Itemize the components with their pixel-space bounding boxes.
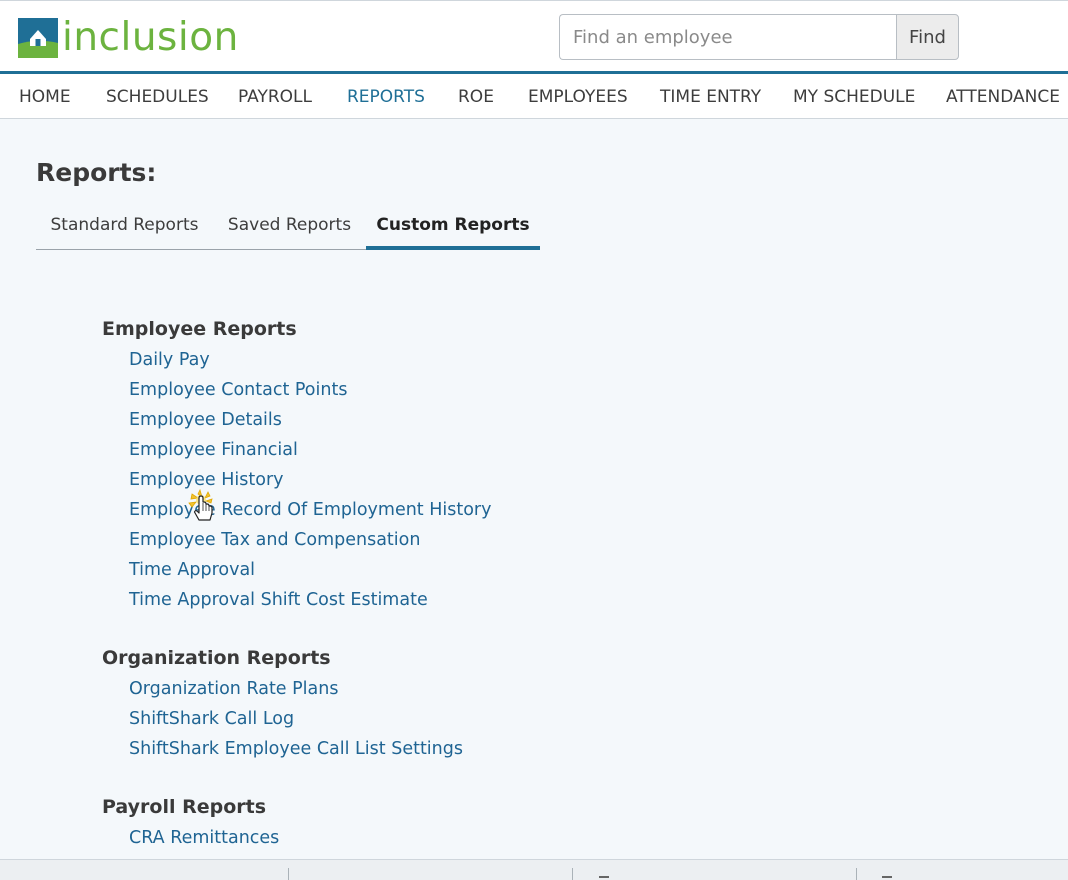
nav-item-roe[interactable]: ROE bbox=[458, 87, 494, 107]
house-logo-icon bbox=[18, 18, 58, 58]
section-heading-payroll-reports: Payroll Reports bbox=[102, 796, 267, 818]
minus-icon[interactable] bbox=[599, 876, 609, 878]
toolbar-divider bbox=[856, 868, 857, 880]
report-link-time-approval[interactable]: Time Approval bbox=[129, 560, 255, 580]
logo-text: inclusion bbox=[62, 15, 239, 60]
nav-item-home[interactable]: HOME bbox=[19, 87, 71, 107]
main-nav: HOME SCHEDULES PAYROLL REPORTS ROE EMPLO… bbox=[0, 71, 1068, 119]
nav-item-reports[interactable]: REPORTS bbox=[347, 87, 425, 107]
report-link-employee-financial[interactable]: Employee Financial bbox=[129, 440, 298, 460]
report-link-daily-pay[interactable]: Daily Pay bbox=[129, 350, 210, 370]
find-button[interactable]: Find bbox=[896, 14, 959, 60]
report-link-employee-roe-history[interactable]: Employee Record Of Employment History bbox=[129, 500, 491, 520]
report-link-time-approval-shift-cost[interactable]: Time Approval Shift Cost Estimate bbox=[129, 590, 428, 610]
report-tabs: Standard Reports Saved Reports Custom Re… bbox=[36, 206, 540, 250]
toolbar-divider bbox=[288, 868, 289, 880]
report-link-cra-remittances[interactable]: CRA Remittances bbox=[129, 828, 279, 848]
toolbar-divider bbox=[572, 868, 573, 880]
nav-item-time-entry[interactable]: TIME ENTRY bbox=[660, 87, 761, 107]
logo[interactable]: inclusion bbox=[18, 16, 239, 60]
section-heading-employee-reports: Employee Reports bbox=[102, 318, 297, 340]
report-link-organization-rate-plans[interactable]: Organization Rate Plans bbox=[129, 679, 338, 699]
nav-item-payroll[interactable]: PAYROLL bbox=[238, 87, 312, 107]
tab-saved-reports[interactable]: Saved Reports bbox=[213, 206, 366, 250]
nav-item-attendance[interactable]: ATTENDANCE bbox=[946, 87, 1060, 107]
tab-standard-reports[interactable]: Standard Reports bbox=[36, 206, 213, 250]
report-link-employee-details[interactable]: Employee Details bbox=[129, 410, 282, 430]
top-header: inclusion Find bbox=[0, 0, 1068, 72]
page-title: Reports: bbox=[36, 158, 157, 187]
report-link-shiftshark-call-list-settings[interactable]: ShiftShark Employee Call List Settings bbox=[129, 739, 463, 759]
report-link-shiftshark-call-log[interactable]: ShiftShark Call Log bbox=[129, 709, 294, 729]
employee-search: Find bbox=[559, 14, 959, 60]
nav-item-employees[interactable]: EMPLOYEES bbox=[528, 87, 628, 107]
section-heading-organization-reports: Organization Reports bbox=[102, 647, 331, 669]
nav-item-schedules[interactable]: SCHEDULES bbox=[106, 87, 209, 107]
bottom-toolbar bbox=[0, 859, 1068, 880]
tab-custom-reports[interactable]: Custom Reports bbox=[366, 206, 540, 250]
report-link-employee-history[interactable]: Employee History bbox=[129, 470, 284, 490]
report-link-employee-contact-points[interactable]: Employee Contact Points bbox=[129, 380, 347, 400]
search-input[interactable] bbox=[559, 14, 896, 60]
nav-item-my-schedule[interactable]: MY SCHEDULE bbox=[793, 87, 915, 107]
report-link-employee-tax-compensation[interactable]: Employee Tax and Compensation bbox=[129, 530, 420, 550]
minus-icon[interactable] bbox=[882, 876, 892, 878]
